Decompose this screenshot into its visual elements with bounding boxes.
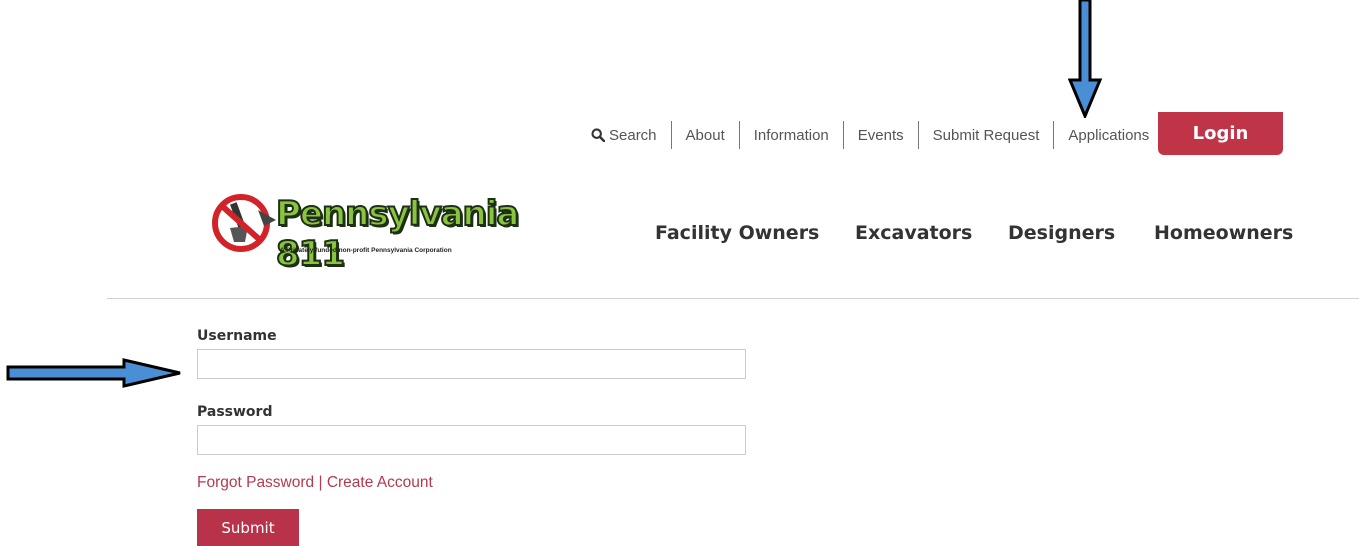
annotation-arrow-right	[6, 358, 181, 388]
password-label: Password	[197, 404, 273, 420]
annotation-arrow-down	[1068, 0, 1102, 118]
username-label: Username	[197, 328, 277, 344]
nav-homeowners[interactable]: Homeowners	[1154, 222, 1293, 250]
information-link[interactable]: Information	[740, 127, 843, 144]
forgot-password-link[interactable]: Forgot Password	[197, 474, 314, 491]
password-input[interactable]	[197, 425, 746, 455]
nav-excavators[interactable]: Excavators	[855, 222, 972, 250]
no-dig-shovel-icon	[212, 194, 276, 252]
logo-tagline: A Privately funded non-profit Pennsylvan…	[280, 247, 452, 254]
nav-designers[interactable]: Designers	[1008, 222, 1115, 250]
search-link[interactable]: Search	[588, 127, 671, 144]
link-separator: |	[318, 474, 323, 491]
about-link[interactable]: About	[672, 127, 739, 144]
submit-request-link[interactable]: Submit Request	[919, 127, 1054, 144]
submit-button[interactable]: Submit	[197, 509, 299, 546]
events-link[interactable]: Events	[844, 127, 918, 144]
create-account-link[interactable]: Create Account	[327, 474, 433, 491]
search-icon	[591, 128, 605, 142]
username-input[interactable]	[197, 349, 746, 379]
search-label: Search	[609, 126, 657, 144]
applications-link[interactable]: Applications	[1054, 127, 1163, 144]
logo-wordmark: Pennsylvania 811	[275, 193, 520, 275]
utility-nav: Search About Information Events Submit R…	[588, 121, 1163, 149]
account-links: Forgot Password | Create Account	[197, 474, 433, 492]
login-button[interactable]: Login	[1158, 112, 1283, 155]
pennsylvania-811-logo[interactable]: Pennsylvania 811 A Privately funded non-…	[212, 192, 552, 275]
header-divider	[107, 298, 1359, 299]
nav-facility-owners[interactable]: Facility Owners	[655, 222, 819, 250]
